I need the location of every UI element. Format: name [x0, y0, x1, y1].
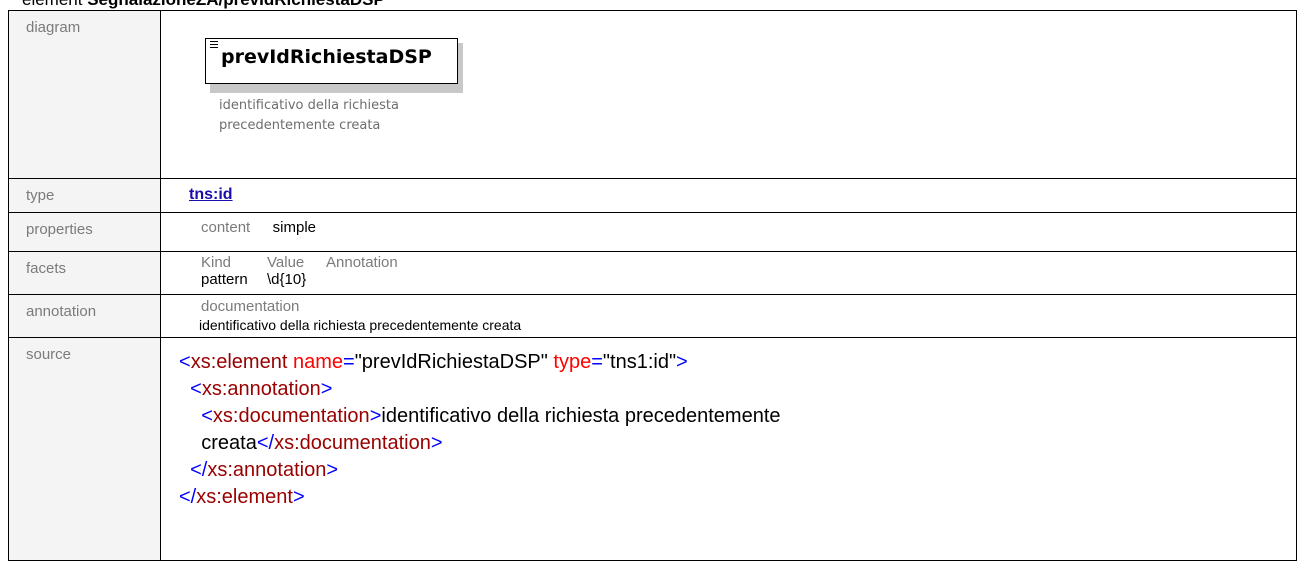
src-doc-text-1: identificativo della richiesta precedent…	[381, 405, 781, 427]
annotation-heading: documentation	[201, 298, 300, 315]
element-content-icon	[210, 41, 218, 50]
source-label: source	[8, 337, 161, 561]
element-box-documentation: identificativo della richiesta precedent…	[219, 96, 399, 136]
page-title-prefix: element	[22, 0, 87, 9]
properties-label: properties	[8, 212, 161, 252]
facets-label: facets	[8, 251, 161, 295]
diagram-cell: prevIdRichiestaDSP identificativo della …	[160, 10, 1297, 179]
facets-value: \d{10}	[267, 271, 307, 288]
src-tag-documentation-close: xs:documentation	[274, 432, 431, 454]
src-attr-name: name	[292, 351, 343, 373]
src-tag-element-open: xs:element	[190, 351, 288, 373]
annotation-text: identificativo della richiesta precedent…	[199, 317, 522, 333]
facets-header-annotation: Annotation	[326, 254, 398, 271]
facets-header-kind: Kind	[201, 254, 232, 271]
source-row: source <xs:element name="prevIdRichiesta…	[8, 337, 1297, 561]
properties-content-label: content	[201, 219, 251, 236]
properties-content-value: simple	[272, 219, 317, 236]
page-title-name: SegnalazioneZA/prevIdRichiestaDSP	[87, 0, 385, 9]
src-tag-annotation-close: xs:annotation	[207, 459, 327, 481]
page-title: element SegnalazioneZA/prevIdRichiestaDS…	[22, 0, 385, 10]
source-code: <xs:element name="prevIdRichiestaDSP" ty…	[179, 351, 781, 508]
element-doc-line-2: precedentemente creata	[219, 118, 381, 133]
element-doc-line-1: identificativo della richiesta	[219, 98, 399, 113]
annotation-label: annotation	[8, 294, 161, 338]
src-doc-text-2: creata	[201, 432, 257, 454]
src-tag-annotation-open: xs:annotation	[201, 378, 321, 400]
facets-kind: pattern	[201, 271, 248, 288]
src-tag-documentation-open: xs:documentation	[212, 405, 370, 427]
facets-header-value: Value	[267, 254, 305, 271]
element-doc-table: diagram prevIdRichiestaDSP identificativ…	[8, 10, 1297, 561]
diagram-row: diagram prevIdRichiestaDSP identificativ…	[8, 10, 1297, 179]
src-val-type: "tns1:id"	[602, 351, 677, 373]
facets-row: facets Kind Value Annotation pattern \d{…	[8, 251, 1297, 295]
element-box[interactable]: prevIdRichiestaDSP	[205, 38, 458, 84]
src-tag-element-close: xs:element	[196, 486, 293, 508]
annotation-row: annotation documentation identificativo …	[8, 294, 1297, 338]
type-row: type tns:id	[8, 178, 1297, 213]
diagram-label: diagram	[8, 10, 161, 179]
type-link[interactable]: tns:id	[189, 186, 233, 204]
type-label: type	[8, 178, 161, 213]
properties-row: properties content simple	[8, 212, 1297, 252]
src-attr-type: type	[553, 351, 592, 373]
src-val-name: "prevIdRichiestaDSP"	[354, 351, 548, 373]
element-box-name: prevIdRichiestaDSP	[221, 46, 432, 68]
